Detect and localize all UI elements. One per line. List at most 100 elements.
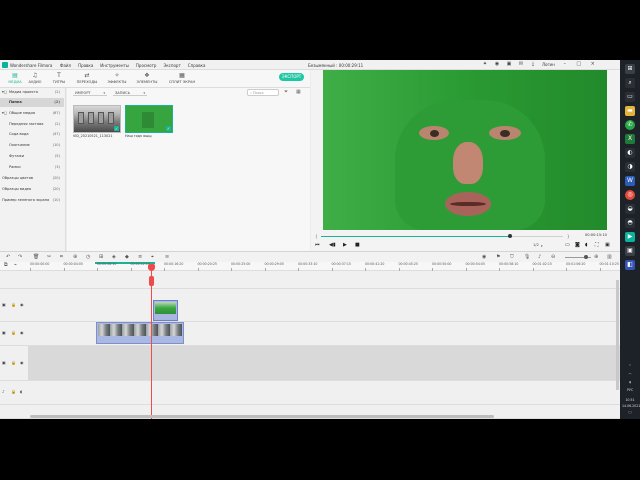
- zoom-out-icon[interactable]: ⊖: [551, 254, 555, 260]
- audio-mix-icon[interactable]: ≡: [138, 254, 142, 260]
- import-dropdown[interactable]: ИМПОРТ ▾: [73, 90, 107, 96]
- mail-icon[interactable]: ✉: [518, 61, 524, 67]
- tab-transitions[interactable]: ⇄ ПЕРЕХОДЫ: [74, 72, 100, 86]
- filmora-taskbar-icon[interactable]: ▶: [625, 232, 635, 242]
- settings-icon[interactable]: ▣: [605, 242, 610, 248]
- voiceover-icon[interactable]: ♪: [538, 254, 541, 260]
- zoom-slider-handle[interactable]: [584, 255, 588, 259]
- app-icon[interactable]: ◧: [625, 260, 635, 270]
- preview-scrub-handle[interactable]: [507, 234, 512, 238]
- lock-icon[interactable]: 🔒: [11, 360, 16, 365]
- notifications-icon[interactable]: ▢: [622, 410, 638, 414]
- sidebar-item-shared-media[interactable]: ▾▢ Общие медиа (67): [0, 109, 64, 118]
- lock-icon[interactable]: 🔒: [11, 330, 16, 335]
- file-explorer-icon[interactable]: ▬: [625, 106, 635, 116]
- keyframe-icon[interactable]: ◆: [125, 254, 129, 260]
- media-search-input[interactable]: ⌕ Поиск: [247, 89, 279, 96]
- tab-split-screen[interactable]: ▦ СПЛИТ ЭКРАН: [166, 72, 198, 86]
- undo-icon[interactable]: ↶: [6, 254, 10, 260]
- sidebar-item-project-media[interactable]: ▾▢ Медиа проекта (2): [0, 88, 64, 97]
- search-icon[interactable]: ⌕: [625, 78, 635, 88]
- tab-effects[interactable]: ✧ ЭФФЕКТЫ: [104, 72, 130, 86]
- whatsapp-icon[interactable]: ✆: [625, 120, 635, 130]
- render-preview-icon[interactable]: ◉: [482, 254, 486, 260]
- timeline-horizontal-scrollbar[interactable]: [30, 415, 494, 418]
- export-button[interactable]: ЭКСПОРТ: [279, 73, 304, 81]
- volume-icon[interactable]: ◖: [622, 380, 638, 384]
- sidebar-item-forward-outpost[interactable]: Передняя застава (2): [0, 120, 64, 129]
- eye-icon[interactable]: ◉: [20, 302, 24, 307]
- sidebar-item-green-screen[interactable]: Пример зеленого экрана (10): [0, 196, 64, 205]
- audio-track[interactable]: [28, 381, 620, 405]
- tab-titles[interactable]: T ТИТРЫ: [46, 72, 72, 86]
- fullscreen-icon[interactable]: ⛶: [595, 242, 599, 248]
- mark-in-icon[interactable]: {: [315, 234, 318, 239]
- media-thumbnail[interactable]: ✓: [73, 105, 121, 133]
- filter-icon[interactable]: ⏷: [284, 89, 288, 95]
- play-icon[interactable]: ▶: [343, 242, 347, 248]
- chrome-icon[interactable]: ◎: [625, 190, 635, 200]
- speed-icon[interactable]: ◷: [86, 254, 90, 260]
- sidebar-item-folder[interactable]: Папка (2): [0, 98, 64, 107]
- account-icon[interactable]: ◉: [494, 61, 500, 67]
- sidebar-item-soda-water[interactable]: Сода вода (47): [0, 130, 64, 139]
- clock-date[interactable]: 14.06.2021: [622, 404, 640, 408]
- menu-help[interactable]: Справка: [188, 63, 206, 68]
- app-icon[interactable]: ◐: [625, 148, 635, 158]
- zoom-in-icon[interactable]: ⊕: [594, 254, 598, 260]
- marker-icon[interactable]: ⚑: [496, 254, 500, 260]
- sidebar-item-video-samples[interactable]: Образцы видео (20): [0, 185, 64, 194]
- app-icon[interactable]: ◒: [625, 204, 635, 214]
- app-icon[interactable]: ◓: [625, 218, 635, 228]
- clock-time[interactable]: 10:51: [622, 398, 638, 402]
- tray-chevron-icon[interactable]: ^: [622, 364, 638, 368]
- menu-view[interactable]: Просмотр: [136, 63, 157, 68]
- skip-back-icon[interactable]: ⏮: [315, 242, 320, 248]
- timeline-ruler[interactable]: ⧉ ⌁ 00:00:00:00 00:00:04:05 00:00:08:10 00:…: [0, 262, 620, 271]
- mark-out-icon[interactable]: }: [567, 234, 570, 239]
- zoom-clip-icon[interactable]: ⊕: [73, 254, 77, 260]
- step-back-icon[interactable]: ◀▮: [329, 242, 336, 248]
- excel-icon[interactable]: X: [625, 134, 635, 144]
- word-icon[interactable]: W: [625, 176, 635, 186]
- menu-file[interactable]: Файл: [60, 63, 71, 68]
- empty-track-gray[interactable]: [28, 346, 620, 381]
- record-dropdown[interactable]: ЗАПИСЬ ▾: [113, 90, 147, 96]
- stop-icon[interactable]: ■: [355, 242, 360, 248]
- task-view-icon[interactable]: ▭: [625, 92, 635, 102]
- fit-icon[interactable]: ▥: [607, 254, 612, 260]
- cut-icon[interactable]: ✂: [47, 254, 51, 260]
- color-icon[interactable]: ◈: [112, 254, 116, 260]
- detach-audio-icon[interactable]: ≋: [165, 254, 169, 260]
- minimize-icon[interactable]: –: [561, 61, 569, 67]
- preview-scrubber[interactable]: { } 00:00:15:10: [315, 233, 615, 241]
- green-screen-clip[interactable]: [153, 300, 178, 321]
- save-icon[interactable]: ▣: [506, 61, 512, 67]
- lock-icon[interactable]: 🔒: [11, 302, 16, 307]
- sidebar-item-frames[interactable]: Рамки (3): [0, 163, 64, 172]
- timeline-vertical-scrollbar[interactable]: [616, 280, 619, 390]
- lock-icon[interactable]: 🔒: [11, 389, 16, 394]
- snapshot-icon[interactable]: ◙: [575, 242, 580, 248]
- maximize-icon[interactable]: □: [575, 61, 583, 67]
- microphone-icon[interactable]: 🎙: [524, 254, 530, 260]
- sidebar-item-footage[interactable]: Футажи (5): [0, 152, 64, 161]
- grid-view-icon[interactable]: ▦: [296, 89, 301, 95]
- bulb-icon[interactable]: ✦: [482, 61, 488, 67]
- render-icon[interactable]: ▭: [565, 242, 570, 248]
- playhead-handle[interactable]: [148, 264, 155, 271]
- playhead-marker[interactable]: [149, 276, 154, 286]
- app-icon[interactable]: ▣: [625, 246, 635, 256]
- eye-icon[interactable]: ◉: [20, 360, 24, 365]
- tab-elements[interactable]: ❖ ЭЛЕМЕНТЫ: [134, 72, 160, 86]
- eye-icon[interactable]: ◉: [20, 330, 24, 335]
- video-track-2[interactable]: [28, 289, 620, 322]
- playhead-line[interactable]: [151, 264, 152, 419]
- shield-icon[interactable]: ⛉: [510, 254, 514, 260]
- volume-icon[interactable]: ◖: [585, 242, 588, 248]
- green-screen-icon[interactable]: ⌖: [151, 254, 154, 260]
- speaker-icon[interactable]: ◖: [20, 389, 22, 394]
- menu-edit[interactable]: Правка: [78, 63, 93, 68]
- magnet-icon[interactable]: ⌁: [14, 262, 17, 268]
- menu-export[interactable]: Экспорт: [163, 63, 180, 68]
